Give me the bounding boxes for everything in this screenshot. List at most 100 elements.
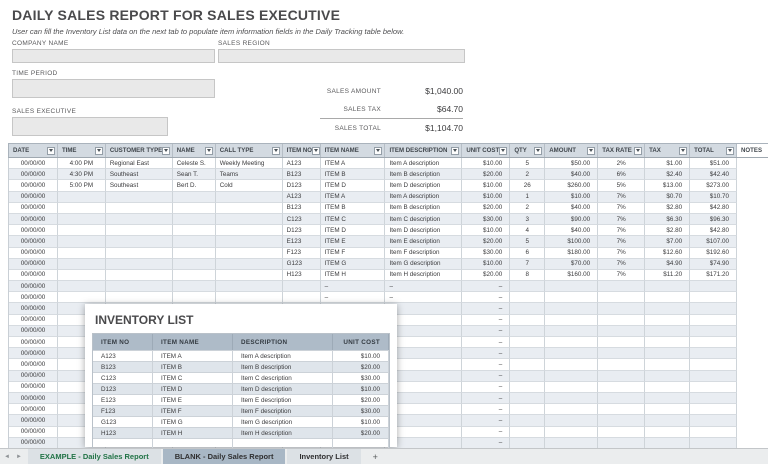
cell[interactable]: $2.80 (645, 203, 690, 214)
sales-region-input[interactable] (218, 49, 465, 63)
cell[interactable]: – (462, 281, 510, 292)
cell[interactable] (510, 404, 545, 415)
cell[interactable]: G123 (283, 259, 321, 270)
cell[interactable]: $10.00 (462, 259, 510, 270)
cell[interactable]: – (462, 371, 510, 382)
cell[interactable]: Item E description (385, 236, 462, 247)
cell[interactable]: $192.60 (690, 248, 737, 259)
cell[interactable]: $7.00 (645, 236, 690, 247)
cell[interactable] (545, 326, 598, 337)
cell[interactable] (216, 281, 283, 292)
cell[interactable] (216, 259, 283, 270)
cell[interactable]: ITEM B (321, 169, 386, 180)
cell[interactable] (737, 404, 768, 415)
cell[interactable]: 00/00/00 (9, 371, 58, 382)
cell[interactable]: $51.00 (690, 158, 737, 169)
cell[interactable]: – (385, 371, 462, 382)
cell[interactable] (645, 382, 690, 393)
cell[interactable]: $10.00 (462, 180, 510, 191)
cell[interactable] (690, 359, 737, 370)
cell[interactable] (690, 382, 737, 393)
cell[interactable]: – (385, 382, 462, 393)
cell[interactable]: $0.70 (645, 192, 690, 203)
sheet-tab-blank-daily-sales-report[interactable]: BLANK - Daily Sales Report (163, 449, 286, 464)
cell[interactable] (598, 315, 645, 326)
cell[interactable] (545, 281, 598, 292)
cell[interactable]: $20.00 (462, 203, 510, 214)
cell[interactable]: 2% (598, 158, 645, 169)
cell[interactable]: ITEM D (321, 180, 386, 191)
cell[interactable]: Item G description (385, 259, 462, 270)
cell[interactable]: Item C description (233, 372, 333, 383)
cell[interactable]: Item H description (385, 270, 462, 281)
cell[interactable]: A123 (283, 158, 321, 169)
cell[interactable]: 00/00/00 (9, 382, 58, 393)
cell[interactable]: 00/00/00 (9, 248, 58, 259)
cell[interactable]: 6% (598, 169, 645, 180)
cell[interactable]: $20.00 (462, 236, 510, 247)
cell[interactable] (737, 248, 768, 259)
cell[interactable]: – (385, 303, 462, 314)
cell[interactable] (510, 348, 545, 359)
cell[interactable] (598, 359, 645, 370)
cell[interactable] (737, 169, 768, 180)
cell[interactable]: – (462, 292, 510, 303)
cell[interactable] (690, 315, 737, 326)
cell[interactable] (598, 281, 645, 292)
cell[interactable]: $30.00 (333, 405, 389, 416)
cell[interactable] (690, 427, 737, 438)
cell[interactable]: Southeast (106, 180, 173, 191)
cell[interactable] (510, 292, 545, 303)
cell[interactable]: Item E description (233, 394, 333, 405)
cell[interactable]: Item D description (385, 225, 462, 236)
cell[interactable]: $30.00 (462, 214, 510, 225)
cell[interactable]: 00/00/00 (9, 303, 58, 314)
cell[interactable]: $20.00 (462, 270, 510, 281)
cell[interactable]: 5% (598, 180, 645, 191)
cell[interactable]: A123 (93, 350, 153, 361)
cell[interactable] (545, 415, 598, 426)
cell[interactable] (106, 292, 173, 303)
filter-dropdown-icon[interactable] (451, 147, 459, 155)
cell[interactable]: – (385, 281, 462, 292)
cell[interactable]: 00/00/00 (9, 214, 58, 225)
cell[interactable]: ITEM H (321, 270, 386, 281)
cell[interactable] (737, 315, 768, 326)
cell[interactable] (598, 415, 645, 426)
filter-dropdown-icon[interactable] (205, 147, 213, 155)
cell[interactable]: $40.00 (545, 169, 598, 180)
cell[interactable] (737, 214, 768, 225)
cell[interactable]: – (385, 415, 462, 426)
cell[interactable]: 00/00/00 (9, 337, 58, 348)
cell[interactable] (645, 292, 690, 303)
cell[interactable] (106, 236, 173, 247)
cell[interactable] (737, 427, 768, 438)
cell[interactable]: 00/00/00 (9, 259, 58, 270)
cell[interactable]: Item A description (385, 192, 462, 203)
cell[interactable] (106, 281, 173, 292)
cell[interactable] (737, 292, 768, 303)
cell[interactable]: 00/00/00 (9, 415, 58, 426)
cell[interactable] (58, 214, 106, 225)
cell[interactable]: $10.00 (462, 225, 510, 236)
cell[interactable]: – (462, 337, 510, 348)
cell[interactable]: ITEM E (321, 236, 386, 247)
cell[interactable]: 00/00/00 (9, 326, 58, 337)
cell[interactable]: F123 (283, 248, 321, 259)
cell[interactable]: – (385, 326, 462, 337)
cell[interactable]: $30.00 (462, 248, 510, 259)
cell[interactable]: $20.00 (333, 427, 389, 438)
cell[interactable]: 00/00/00 (9, 236, 58, 247)
cell[interactable]: $10.00 (462, 192, 510, 203)
cell[interactable]: D123 (283, 225, 321, 236)
cell[interactable] (173, 225, 216, 236)
cell[interactable]: 8 (510, 270, 545, 281)
cell[interactable] (510, 382, 545, 393)
tab-scroll-left-icon[interactable]: ◄ (4, 454, 10, 460)
cell[interactable]: $10.00 (333, 416, 389, 427)
cell[interactable] (598, 382, 645, 393)
cell[interactable] (737, 359, 768, 370)
cell[interactable]: $20.00 (333, 394, 389, 405)
cell[interactable]: ITEM G (153, 416, 233, 427)
cell[interactable] (216, 192, 283, 203)
